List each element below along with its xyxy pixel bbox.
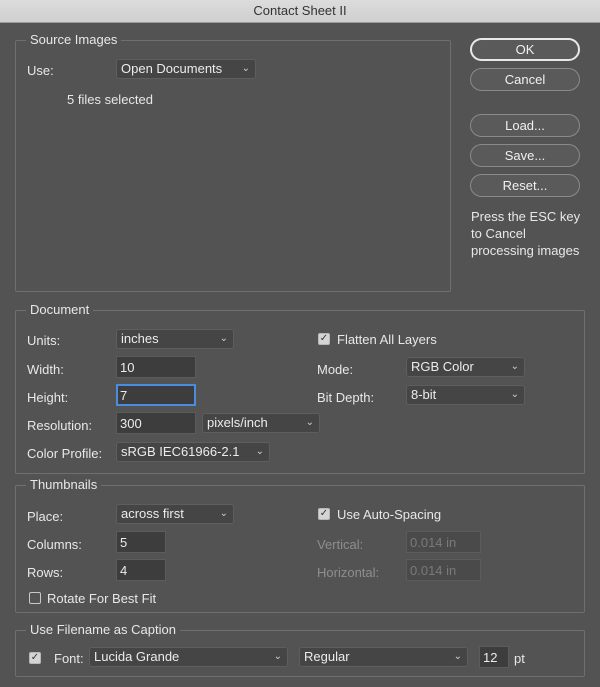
width-field[interactable] xyxy=(116,356,196,378)
mode-select-value: RGB Color xyxy=(411,359,474,374)
chevron-down-icon: ⌄ xyxy=(219,508,228,519)
horizontal-label: Horizontal: xyxy=(317,565,380,580)
thumbnails-legend: Thumbnails xyxy=(26,477,102,492)
color-profile-select[interactable]: sRGB IEC61966-2.1 ⌄ xyxy=(116,442,270,462)
chevron-down-icon: ⌄ xyxy=(510,361,519,372)
checkmark-icon: ✓ xyxy=(30,652,40,663)
font-select[interactable]: Lucida Grande ⌄ xyxy=(89,647,288,667)
use-select[interactable]: Open Documents ⌄ xyxy=(116,59,256,79)
columns-field[interactable] xyxy=(116,531,166,553)
checkmark-icon: ✓ xyxy=(319,508,329,519)
horizontal-field xyxy=(406,559,481,581)
chevron-down-icon: ⌄ xyxy=(219,333,228,344)
font-style-select[interactable]: Regular ⌄ xyxy=(299,647,468,667)
load-button[interactable]: Load... xyxy=(470,114,580,137)
width-label: Width: xyxy=(27,362,64,377)
bit-depth-select[interactable]: 8-bit ⌄ xyxy=(406,385,525,405)
chevron-down-icon: ⌄ xyxy=(510,389,519,400)
caption-checkbox[interactable]: ✓ xyxy=(29,652,41,664)
cancel-button[interactable]: Cancel xyxy=(470,68,580,91)
place-label: Place: xyxy=(27,509,64,524)
units-select[interactable]: inches ⌄ xyxy=(116,329,234,349)
font-size-unit: pt xyxy=(514,651,525,666)
auto-spacing-label: Use Auto-Spacing xyxy=(337,507,442,522)
mode-label: Mode: xyxy=(317,362,354,377)
place-select[interactable]: across first ⌄ xyxy=(116,504,234,524)
vertical-label: Vertical: xyxy=(317,537,364,552)
rotate-label: Rotate For Best Fit xyxy=(47,591,157,606)
columns-label: Columns: xyxy=(27,537,82,552)
caption-legend: Use Filename as Caption xyxy=(26,622,180,637)
height-field[interactable] xyxy=(116,384,196,406)
font-size-field[interactable] xyxy=(479,646,509,668)
chevron-down-icon: ⌄ xyxy=(255,446,264,457)
auto-spacing-checkbox[interactable]: ✓ xyxy=(318,508,330,520)
mode-select[interactable]: RGB Color ⌄ xyxy=(406,357,525,377)
color-profile-label: Color Profile: xyxy=(27,446,103,461)
resolution-unit-select[interactable]: pixels/inch ⌄ xyxy=(202,413,320,433)
window-title: Contact Sheet II xyxy=(0,0,600,23)
escape-hint: Press the ESC key to Cancel processing i… xyxy=(471,209,581,258)
checkmark-icon: ✓ xyxy=(319,333,329,344)
flatten-label: Flatten All Layers xyxy=(337,332,437,347)
document-legend: Document xyxy=(26,302,94,317)
reset-button[interactable]: Reset... xyxy=(470,174,580,197)
rows-label: Rows: xyxy=(27,565,64,580)
font-select-value: Lucida Grande xyxy=(94,649,180,664)
font-style-value: Regular xyxy=(304,649,350,664)
font-label: Font: xyxy=(54,651,84,666)
units-label: Units: xyxy=(27,333,61,348)
flatten-checkbox[interactable]: ✓ xyxy=(318,333,330,345)
vertical-field xyxy=(406,531,481,553)
save-button[interactable]: Save... xyxy=(470,144,580,167)
chevron-down-icon: ⌄ xyxy=(273,651,282,662)
use-label: Use: xyxy=(27,63,54,78)
source-images-legend: Source Images xyxy=(26,32,122,47)
color-profile-value: sRGB IEC61966-2.1 xyxy=(121,444,240,459)
chevron-down-icon: ⌄ xyxy=(453,651,462,662)
chevron-down-icon: ⌄ xyxy=(305,417,314,428)
rows-field[interactable] xyxy=(116,559,166,581)
resolution-label: Resolution: xyxy=(27,418,93,433)
ok-button[interactable]: OK xyxy=(470,38,580,61)
use-select-value: Open Documents xyxy=(121,61,223,76)
chevron-down-icon: ⌄ xyxy=(241,63,250,74)
bit-depth-value: 8-bit xyxy=(411,387,437,402)
files-selected-text: 5 files selected xyxy=(67,92,153,107)
resolution-unit-value: pixels/inch xyxy=(207,415,268,430)
resolution-field[interactable] xyxy=(116,412,196,434)
bit-depth-label: Bit Depth: xyxy=(317,390,375,405)
height-label: Height: xyxy=(27,390,69,405)
place-select-value: across first xyxy=(121,506,184,521)
units-select-value: inches xyxy=(121,331,159,346)
rotate-checkbox[interactable] xyxy=(29,592,41,604)
